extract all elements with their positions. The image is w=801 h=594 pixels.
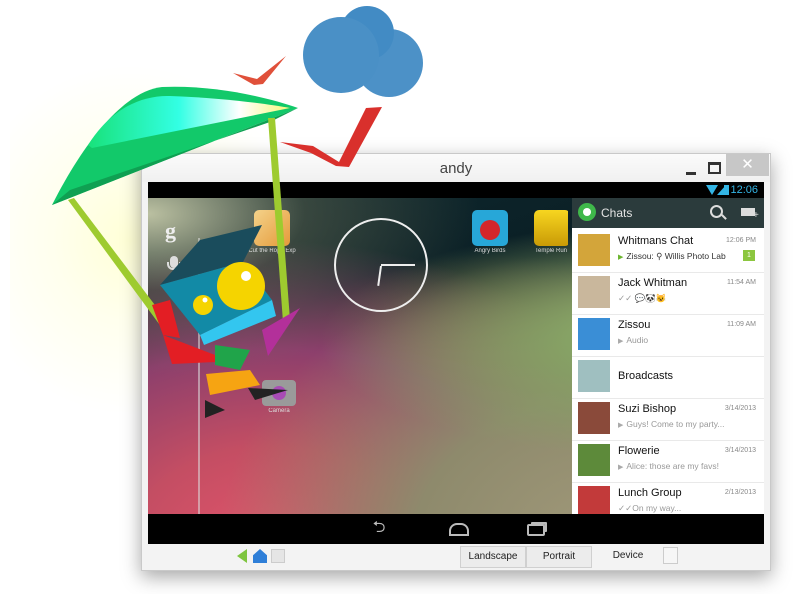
cloud-icon — [303, 6, 423, 97]
andy-robot-icon — [152, 225, 300, 418]
bird-icon — [280, 107, 382, 167]
bird-icon — [233, 56, 286, 85]
andy-mascot-illustration — [52, 6, 423, 418]
